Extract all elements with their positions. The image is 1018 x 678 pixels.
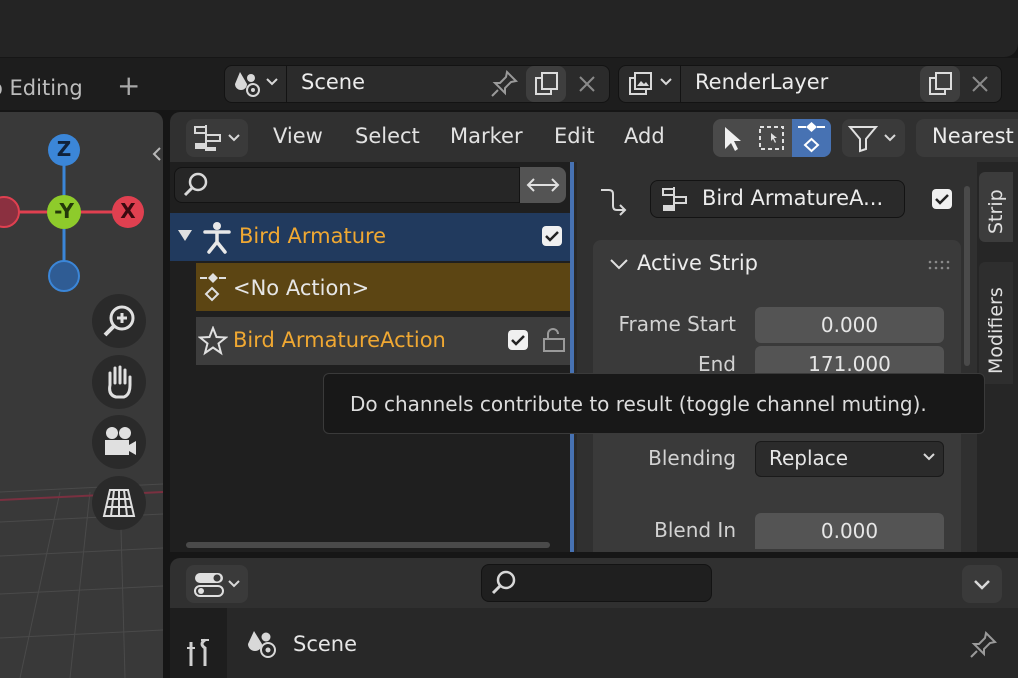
menu-select[interactable]: Select [355, 124, 420, 148]
properties-editor-type-button[interactable] [186, 565, 248, 603]
nla-editor-icon [194, 125, 240, 151]
chevron-down-icon [922, 452, 936, 462]
tab-strip-label: Strip [985, 189, 1007, 234]
blend-in-label: Blend In [654, 518, 736, 542]
divider [286, 65, 287, 103]
lock-icon[interactable] [538, 326, 568, 354]
channel-search-input[interactable] [174, 167, 520, 203]
tool-settings-icon[interactable] [183, 636, 215, 670]
drag-handle-icon[interactable] [928, 260, 950, 270]
frame-start-field[interactable]: 0.000 [755, 307, 944, 343]
camera-icon [105, 427, 136, 455]
channel-object-checkbox[interactable] [542, 226, 562, 246]
cursor-icon [725, 127, 741, 151]
blending-value: Replace [769, 446, 849, 470]
keyframe-icon [798, 122, 825, 153]
render-layer-icon [626, 70, 656, 98]
channel-scrollbar[interactable] [186, 542, 550, 548]
channel-track-name: Bird ArmatureAction [233, 328, 446, 352]
channel-action-name: <No Action> [233, 276, 370, 300]
chevron-down-icon [974, 580, 990, 590]
divider [680, 65, 681, 103]
hand-icon [108, 365, 132, 399]
sidebar-scrollbar[interactable] [964, 186, 970, 366]
check-icon [511, 335, 525, 346]
search-icon [182, 171, 210, 199]
render-layer-name: RenderLayer [695, 70, 829, 94]
tooltip: Do channels contribute to result (toggle… [323, 373, 985, 434]
channel-mute-checkbox[interactable] [508, 330, 528, 350]
pin-icon[interactable] [968, 630, 998, 660]
scene-icon [245, 628, 279, 660]
tweak-tool-button[interactable] [792, 119, 831, 157]
search-icon [490, 569, 518, 597]
chevron-down-icon [659, 77, 673, 87]
chevron-down-icon [265, 77, 279, 87]
select-tool-button[interactable] [713, 119, 751, 157]
pin-icon[interactable] [489, 69, 519, 99]
top-bar [0, 0, 1018, 58]
chevron-down-icon[interactable] [609, 256, 629, 272]
scene-icon [232, 70, 262, 98]
check-icon [935, 194, 949, 205]
pan-button[interactable] [92, 355, 146, 409]
camera-button[interactable] [92, 415, 146, 469]
box-select-tool-button[interactable] [752, 119, 791, 157]
properties-options-button[interactable] [962, 565, 1002, 603]
armature-icon [201, 220, 233, 254]
gizmo-z-label: Z [56, 137, 72, 161]
gizmo-x-label: X [120, 199, 136, 223]
frame-start-label: Frame Start [618, 312, 736, 336]
editor-type-button[interactable] [186, 119, 248, 157]
box-select-icon [759, 126, 784, 150]
menu-add[interactable]: Add [624, 124, 665, 148]
expand-arrow-icon[interactable] [177, 229, 193, 243]
gizmo-y-label: -Y [54, 199, 74, 223]
tab-strip[interactable]: Strip [979, 172, 1013, 242]
grid-icon [102, 489, 136, 517]
menu-view[interactable]: View [273, 124, 323, 148]
duplicate-icon [926, 70, 956, 98]
tab-modifiers[interactable]: Modifiers [979, 262, 1013, 384]
close-icon[interactable] [970, 74, 990, 94]
snap-value: Nearest [932, 124, 1014, 148]
scene-name: Scene [301, 70, 366, 94]
properties-editor-icon [194, 573, 240, 597]
tab-modifiers-label: Modifiers [985, 287, 1007, 374]
blend-in-field[interactable]: 0.000 [755, 513, 944, 549]
check-icon [545, 231, 559, 242]
menu-edit[interactable]: Edit [554, 124, 595, 148]
tool-group [713, 119, 831, 157]
properties-scene-label: Scene [293, 632, 358, 656]
strip-name: Bird ArmatureA... [702, 186, 884, 210]
blender-window: o Editing + Scene RenderLayer [0, 0, 1018, 678]
strip-enabled-checkbox[interactable] [932, 189, 952, 209]
channel-object-name: Bird Armature [239, 224, 387, 248]
panel-title[interactable]: Active Strip [637, 251, 758, 275]
star-icon[interactable] [198, 326, 228, 356]
strip-link-icon [597, 184, 629, 216]
action-keyframe-icon [198, 272, 228, 304]
filter-icon [847, 126, 896, 153]
perspective-button[interactable] [92, 476, 146, 530]
arrows-horizontal-icon [526, 178, 560, 192]
nla-strip-icon [658, 184, 690, 214]
zoom-in-icon [103, 305, 135, 337]
blending-label: Blending [648, 446, 736, 470]
playhead-line [570, 162, 574, 552]
close-icon[interactable] [577, 74, 597, 94]
duplicate-icon [532, 70, 562, 98]
add-workspace-button[interactable]: + [117, 72, 140, 100]
zoom-button[interactable] [92, 294, 146, 348]
swap-filter-button[interactable] [520, 167, 566, 203]
tooltip-text: Do channels contribute to result (toggle… [350, 391, 927, 416]
collapse-arrow-icon[interactable] [150, 145, 164, 163]
filter-button[interactable] [842, 119, 905, 157]
workspace-tab-editing[interactable]: o Editing [0, 76, 83, 100]
menu-marker[interactable]: Marker [450, 124, 523, 148]
